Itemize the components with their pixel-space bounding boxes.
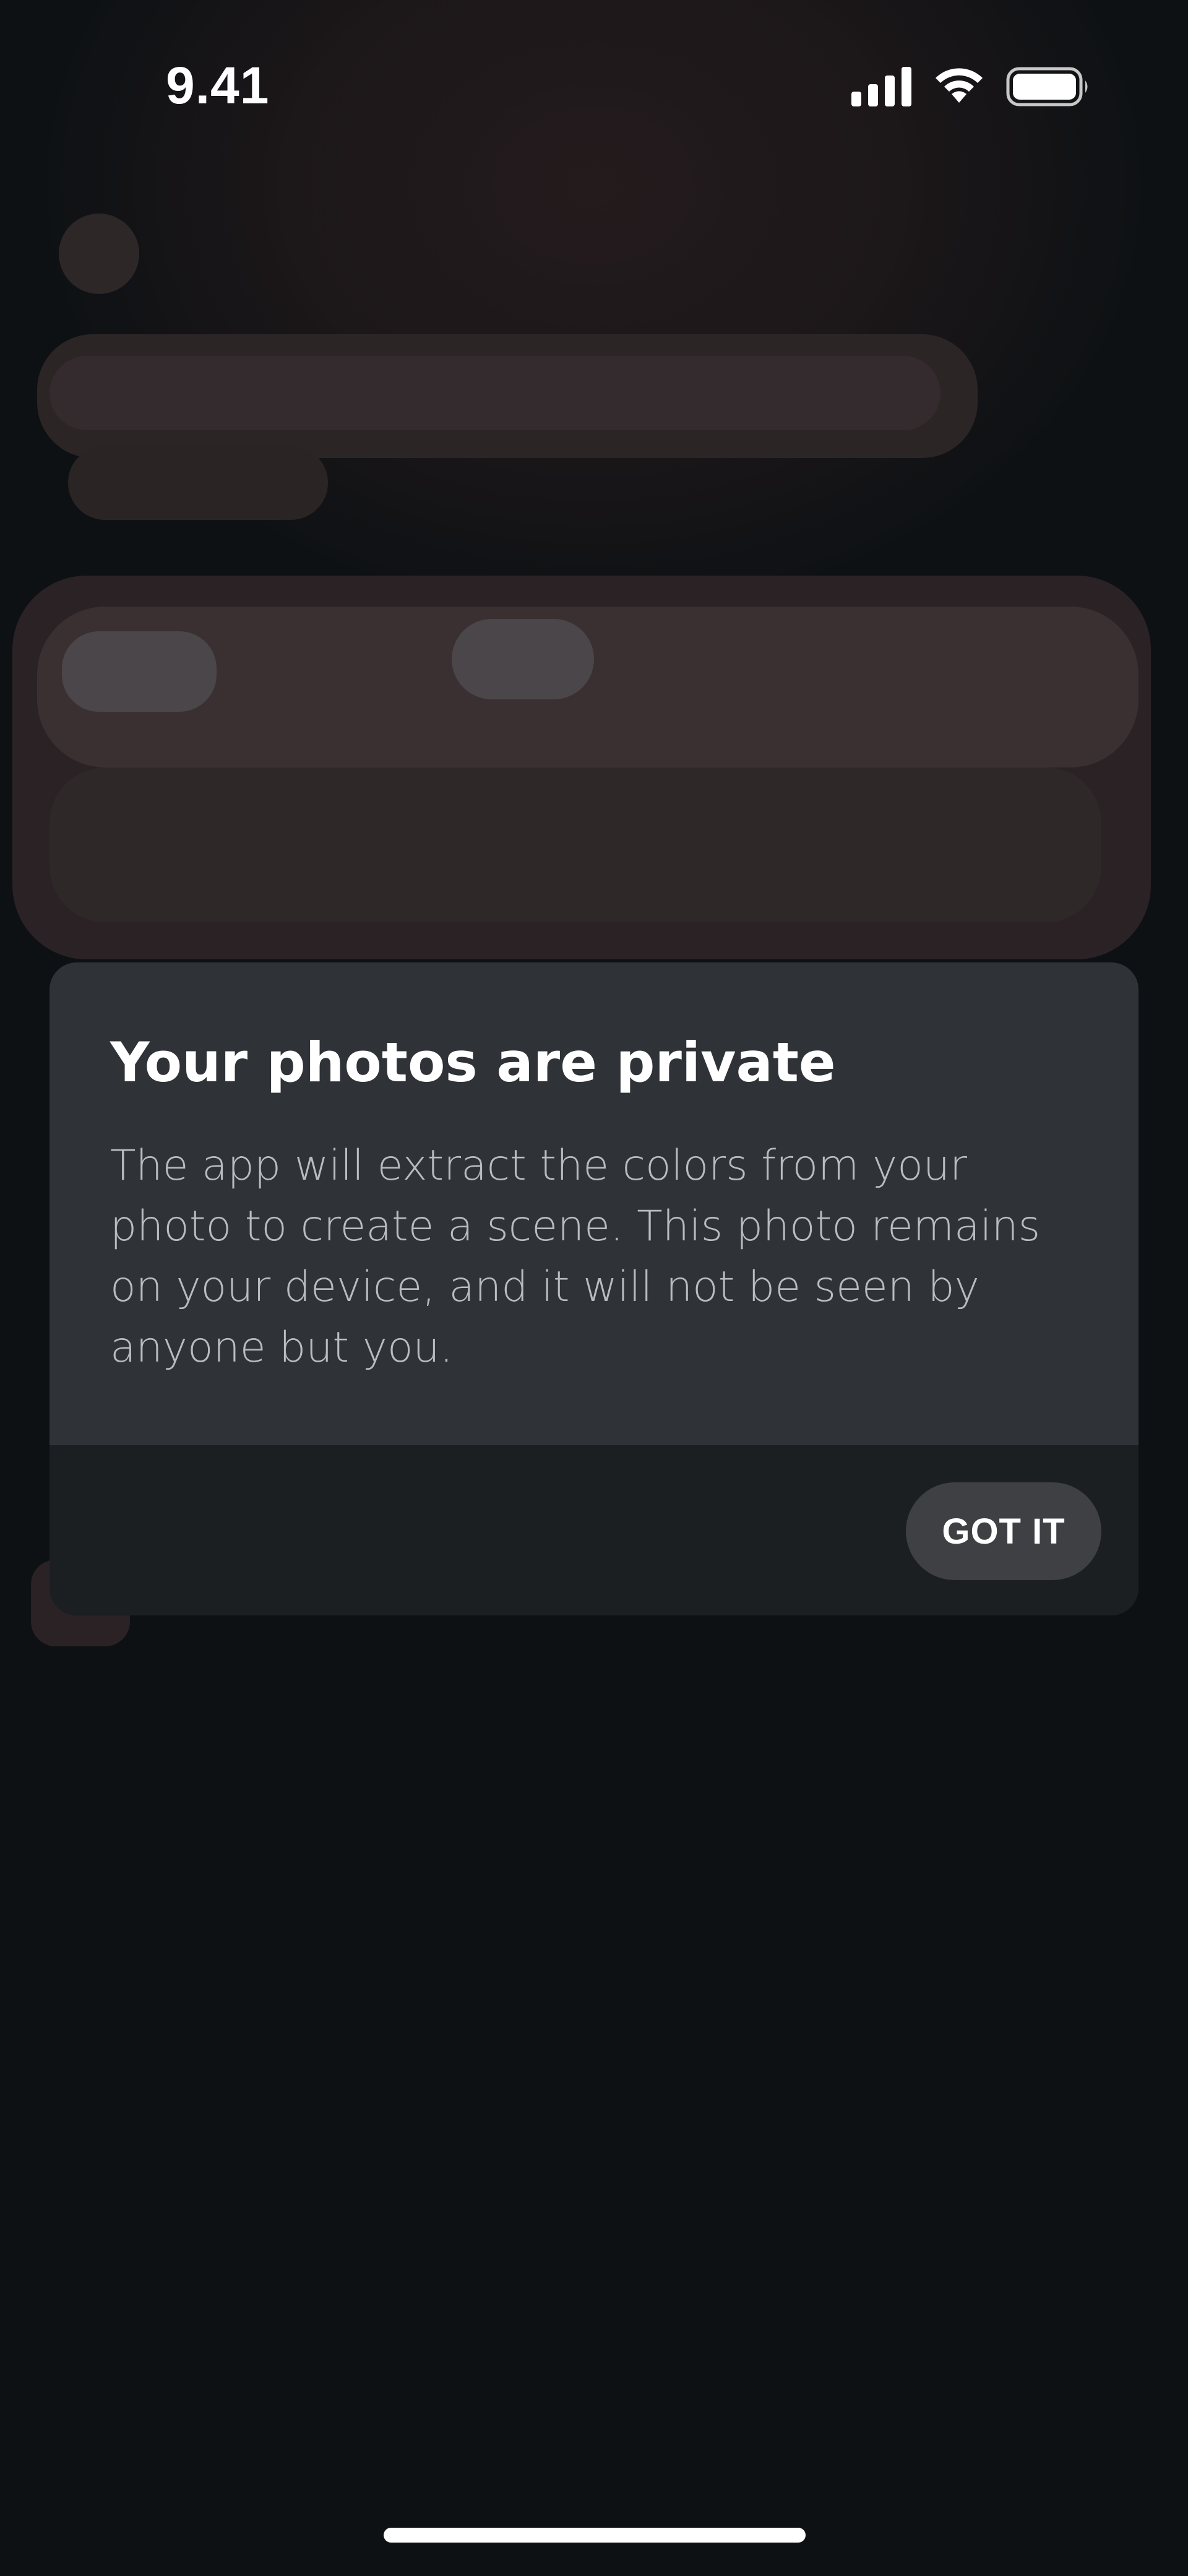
battery-icon [1006,67,1088,106]
dialog-title: Your photos are private [110,1031,836,1094]
dialog-message: The app will extract the colors from you… [110,1141,1041,1372]
status-bar: 9.41 [0,0,1188,161]
dialog-body: Your photos are private The app will ext… [50,962,1138,1445]
dialog-footer: GOT IT [50,1445,1138,1615]
home-indicator[interactable] [384,2528,806,2543]
wifi-icon [936,68,983,103]
cellular-signal-icon [851,67,911,106]
got-it-button[interactable]: GOT IT [906,1482,1101,1580]
privacy-dialog: Your photos are private The app will ext… [50,962,1138,1615]
status-time: 9.41 [166,56,270,115]
screen: 9.41 Your photos are private The app wil… [0,0,1188,2576]
